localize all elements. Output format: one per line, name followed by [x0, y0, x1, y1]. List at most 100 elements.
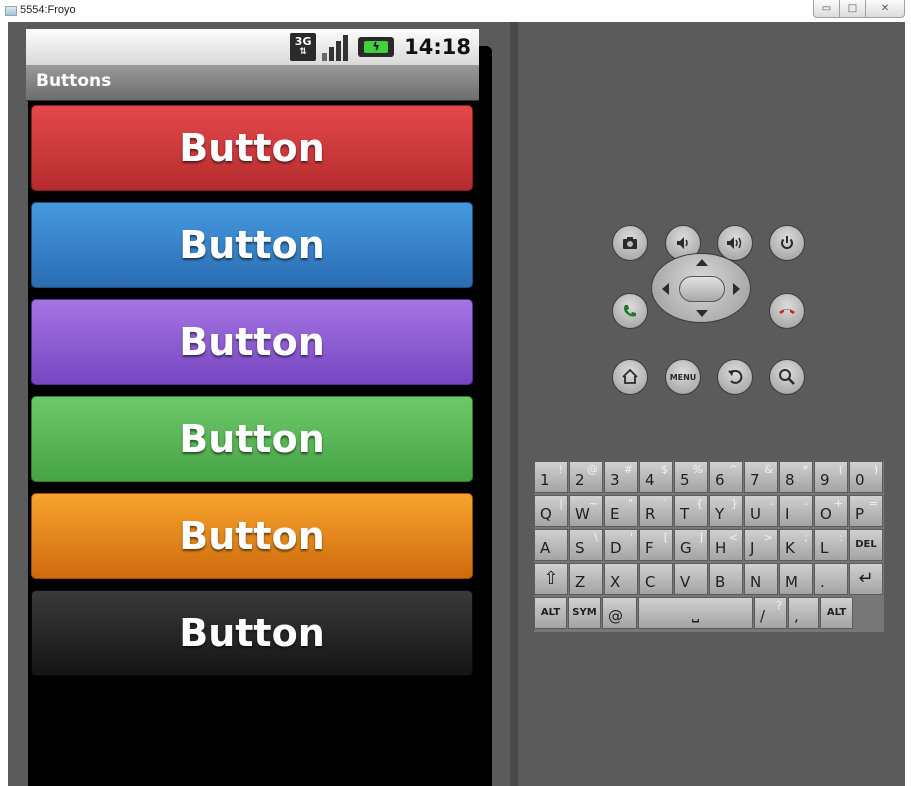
key-main-label: L	[820, 539, 829, 557]
key-main-label: 6	[715, 471, 725, 489]
signal-strength-icon	[322, 33, 352, 61]
key-m[interactable]: M	[779, 563, 813, 595]
app-window-icon	[5, 6, 17, 16]
dpad[interactable]	[651, 253, 751, 323]
black-button[interactable]: Button	[31, 590, 473, 676]
key-e[interactable]: E "	[604, 495, 638, 527]
key-main-label: 5	[680, 471, 690, 489]
key-f[interactable]: F[	[639, 529, 673, 561]
key-2[interactable]: 2 @	[569, 461, 603, 493]
end-call-icon	[779, 309, 795, 314]
search-button[interactable]	[769, 359, 805, 395]
key-l[interactable]: L:	[814, 529, 848, 561]
key-u[interactable]: U-	[744, 495, 778, 527]
key-main-label: 9	[820, 471, 830, 489]
key-b[interactable]: B	[709, 563, 743, 595]
end-call-button[interactable]	[769, 293, 805, 329]
key-sym[interactable]: ,	[788, 597, 819, 629]
close-button[interactable]: ✕	[865, 0, 905, 18]
key-alt-label: "	[627, 497, 633, 510]
key-3[interactable]: 3 #	[604, 461, 638, 493]
dpad-left-icon[interactable]	[662, 283, 669, 295]
key-r[interactable]: R `	[639, 495, 673, 527]
key-o[interactable]: O +	[814, 495, 848, 527]
key-symbol-icon: ⇧	[543, 568, 559, 589]
key-shift[interactable]: ⇧	[534, 563, 568, 595]
key-z[interactable]: Z	[569, 563, 603, 595]
key-alt-label: ?	[776, 599, 782, 612]
key-alt-label: '	[629, 531, 633, 544]
key-t[interactable]: T{	[674, 495, 708, 527]
panel-divider	[510, 22, 518, 786]
key-enter[interactable]: ↵	[849, 563, 883, 595]
key-0[interactable]: 0)	[849, 461, 883, 493]
key-v[interactable]: V	[674, 563, 708, 595]
key-alt-label: ~	[588, 497, 598, 510]
key-w[interactable]: W ~	[569, 495, 603, 527]
call-button[interactable]	[612, 293, 648, 329]
key-sym[interactable]: .	[814, 563, 848, 595]
home-button[interactable]	[612, 359, 648, 395]
key-g[interactable]: G]	[674, 529, 708, 561]
dpad-right-icon[interactable]	[733, 283, 740, 295]
power-button[interactable]	[769, 225, 805, 261]
menu-icon: MENU	[669, 372, 697, 382]
dpad-down-icon[interactable]	[696, 310, 708, 317]
red-button[interactable]: Button	[31, 105, 473, 191]
key-alt-label: ]	[698, 531, 703, 544]
key-alt[interactable]: ALT	[820, 597, 853, 629]
camera-button[interactable]	[612, 225, 648, 261]
key-main-label: G	[680, 539, 692, 557]
key-i[interactable]: I-	[779, 495, 813, 527]
key-6[interactable]: 6 ^	[709, 461, 743, 493]
key-main-label: A	[540, 539, 551, 557]
key-x[interactable]: X	[604, 563, 638, 595]
key-main-label: /	[760, 607, 766, 625]
key-q[interactable]: Q |	[534, 495, 568, 527]
key-7[interactable]: 7 &	[744, 461, 778, 493]
key-c[interactable]: C	[639, 563, 673, 595]
key-8[interactable]: 8 *	[779, 461, 813, 493]
key-d[interactable]: D '	[604, 529, 638, 561]
key-main-label: T	[680, 505, 690, 523]
key-a[interactable]: A	[534, 529, 568, 561]
key-p[interactable]: P =	[849, 495, 883, 527]
key-s[interactable]: S \	[569, 529, 603, 561]
key-del[interactable]: DEL	[849, 529, 883, 561]
key-1[interactable]: 1!	[534, 461, 568, 493]
key-9[interactable]: 9(	[814, 461, 848, 493]
key-main-label: E	[610, 505, 620, 523]
purple-button[interactable]: Button	[31, 299, 473, 385]
key-space[interactable]: ⎵	[638, 597, 753, 629]
key-sym[interactable]: @	[602, 597, 637, 629]
key-sym[interactable]: SYM	[568, 597, 601, 629]
key-y[interactable]: Y}	[709, 495, 743, 527]
key-label: ALT	[540, 607, 561, 618]
key-k[interactable]: K;	[779, 529, 813, 561]
window-controls: ▭ □ ✕	[813, 0, 905, 18]
key-main-label: W	[575, 505, 590, 523]
key-alt-label: -	[769, 497, 773, 510]
key-main-label: K	[785, 539, 795, 557]
dpad-center-button[interactable]	[679, 276, 725, 302]
minimize-button[interactable]: ▭	[813, 0, 839, 18]
key-h[interactable]: H <	[709, 529, 743, 561]
green-button[interactable]: Button	[31, 396, 473, 482]
maximize-button[interactable]: □	[839, 0, 865, 18]
hardware-keyboard: 1! 2 @3 #4 $5% 6 ^ 7 & 8 * 9(0) Q | W ~ E " R ` T{Y} U - I - O + P =…	[534, 461, 884, 632]
dpad-up-icon[interactable]	[696, 259, 708, 266]
key-5[interactable]: 5%	[674, 461, 708, 493]
menu-button[interactable]: MENU	[665, 359, 701, 395]
key-4[interactable]: 4 $	[639, 461, 673, 493]
key-alt-label: `	[662, 497, 669, 510]
back-button[interactable]	[717, 359, 753, 395]
key-alt-label: -	[804, 497, 808, 510]
key-n[interactable]: N	[744, 563, 778, 595]
back-icon	[728, 369, 743, 384]
key-main-label: .	[820, 573, 825, 591]
key-j[interactable]: J >	[744, 529, 778, 561]
key-sym[interactable]: /?	[754, 597, 787, 629]
blue-button[interactable]: Button	[31, 202, 473, 288]
key-alt[interactable]: ALT	[534, 597, 567, 629]
orange-button[interactable]: Button	[31, 493, 473, 579]
